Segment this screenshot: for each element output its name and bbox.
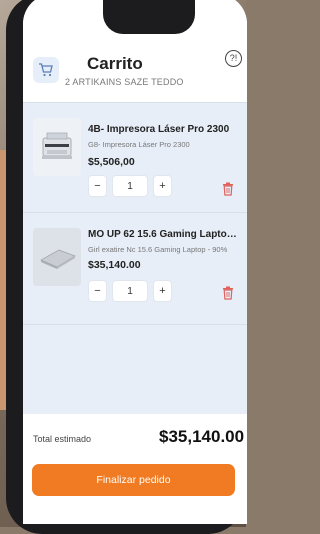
menu-icon[interactable]: ?! — [225, 50, 242, 67]
cart-item: MO UP 62 15.6 Gaming Laptop Pro Girl exa… — [23, 222, 247, 322]
quantity-decrease-button[interactable]: − — [89, 281, 106, 301]
item-price: $35,140.00 — [88, 259, 141, 271]
phone-frame: Carrito 2 ARTIKAINS SAZE TEDDO ?! 4B- Im… — [6, 0, 247, 534]
trash-icon[interactable] — [222, 182, 234, 196]
quantity-increase-button[interactable]: + — [154, 281, 171, 301]
trash-icon[interactable] — [222, 286, 234, 300]
product-image-laptop — [33, 228, 81, 286]
divider — [23, 102, 247, 103]
page-title: Carrito — [87, 54, 143, 73]
quantity-increase-button[interactable]: + — [154, 176, 171, 196]
divider — [23, 324, 247, 325]
quantity-value[interactable]: 1 — [113, 281, 147, 301]
quantity-decrease-button[interactable]: − — [89, 176, 106, 196]
divider — [23, 212, 247, 213]
item-description: Girl exatire Nc 15.6 Gaming Laptop - 90% — [88, 245, 228, 254]
notch — [103, 0, 195, 34]
checkout-footer: Total estimado $35,140.00 Finalizar pedi… — [23, 414, 247, 524]
item-description: G8- Impresora Láser Pro 2300 — [88, 140, 190, 149]
cart-item: 4B- Impresora Láser Pro 2300 G8- Impreso… — [23, 112, 247, 212]
cart-icon[interactable] — [33, 57, 59, 83]
quantity-value[interactable]: 1 — [113, 176, 147, 196]
checkout-button[interactable]: Finalizar pedido — [32, 464, 235, 496]
total-label: Total estimado — [33, 434, 92, 444]
item-name[interactable]: 4B- Impresora Láser Pro 2300 — [88, 124, 242, 135]
total-value: $35,140.00 — [159, 427, 245, 446]
item-count-subtitle: 2 ARTIKAINS SAZE TEDDO — [65, 77, 184, 87]
item-price: $5,506,00 — [88, 156, 135, 168]
product-image-printer — [33, 118, 81, 176]
phone-screen: Carrito 2 ARTIKAINS SAZE TEDDO ?! 4B- Im… — [23, 0, 247, 524]
item-name[interactable]: MO UP 62 15.6 Gaming Laptop Pro — [88, 229, 242, 240]
